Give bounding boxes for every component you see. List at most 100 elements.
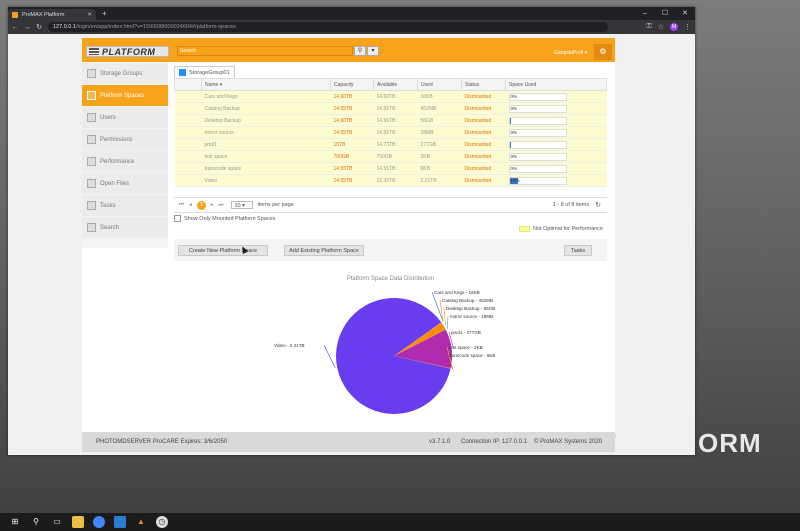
sidebar-item-open-files[interactable]: Open Files [82,173,168,194]
close-window-icon[interactable]: ✕ [675,7,695,20]
logo-text: PLATFORM [102,46,156,57]
last-page-icon[interactable]: ⏭ [218,202,223,209]
cell-used: 18MB [417,126,462,139]
current-page-button[interactable]: 1 [196,200,206,210]
window-controls: – ☐ ✕ [635,7,695,20]
cell-space-used: 0% [505,126,607,139]
address-bar: ← → ↻ 127.0.0.1 /login/en/app/index.html… [8,20,695,34]
sidebar-item-storage-groups[interactable]: Storage Groups [82,63,168,84]
url-path: /login/en/app/index.html?v=1590688000024… [75,24,236,30]
table-header-row: Name ▾ Capacity Available Used Status Sp… [174,78,607,91]
prev-page-icon[interactable]: ◂ [189,202,192,208]
cell-status: Dismounted [461,102,506,115]
cell-space-used: 15% [505,174,607,187]
browser-tabbar: ProMAX Platform ✕ + – ☐ ✕ [8,7,695,20]
cell-capacity: 14.60TB [330,90,374,103]
cell-name: Cars and Kegs [201,90,331,103]
close-tab-icon[interactable]: ✕ [87,12,92,18]
cell-capacity: 15TB [330,138,374,151]
tab-title: ProMAX Platform [22,11,65,18]
browser-tab[interactable]: ProMAX Platform ✕ [8,9,96,20]
task-view-icon[interactable]: ▭ [51,516,63,528]
cell-used: 277GB [417,138,462,151]
tasks-button[interactable]: Tasks [564,245,592,256]
column-header-used[interactable]: Used [417,78,462,91]
column-header-name[interactable]: Name ▾ [201,78,331,91]
sidebar-item-performance[interactable]: Performance [82,151,168,172]
space-used-bar [508,116,567,125]
table-row[interactable]: test space 750GB 750GB 2KB Dismounted 0% [174,150,607,163]
row-select-cell [174,138,202,151]
column-header-status[interactable]: Status [461,78,506,91]
tasks-icon [87,201,96,210]
sidebar-item-label: Tasks [100,202,116,209]
user-menu[interactable]: GangstaProfi ▾ [554,50,587,56]
user-name: GangstaProfi [554,50,584,56]
space-used-percent: 0% [510,165,518,171]
sidebar-item-users[interactable]: Users [82,107,168,128]
sidebar-item-search[interactable]: Search [82,217,168,238]
browser-menu-icon[interactable]: ⋮ [684,23,691,31]
first-page-icon[interactable]: ⏮ [179,202,184,209]
table-row[interactable]: mirror source 14.55TB 14.55TB 18MB Dismounte… [174,126,607,139]
pie-label: transcode space - 6KB [449,353,495,358]
back-icon[interactable]: ← [10,24,20,31]
start-icon[interactable]: ⊞ [9,516,21,528]
forward-icon[interactable]: → [22,24,32,31]
pie-label: Cars and Kegs - 16KB [434,290,480,295]
windows-icon [179,69,186,76]
show-mounted-option[interactable]: Show Only Mounted Platform Spaces [174,215,275,222]
star-icon[interactable]: ☆ [658,23,664,31]
table-row[interactable]: Catalog Backup 14.55TB 14.55TB 452MB Dismoun… [174,102,607,115]
cell-name: Catalog Backup [201,102,331,115]
open-files-icon [87,179,96,188]
sidebar-item-platform-spaces[interactable]: Platform Spaces [82,85,168,106]
chrome-icon[interactable] [93,516,105,528]
show-mounted-checkbox[interactable] [174,215,181,222]
column-header-available[interactable]: Available [373,78,418,91]
refresh-icon[interactable]: ↻ [595,201,601,209]
maximize-icon[interactable]: ☐ [655,7,675,20]
new-tab-icon[interactable]: + [102,9,107,18]
clock-app-icon[interactable]: ◷ [156,516,168,528]
file-explorer-icon[interactable] [72,516,84,528]
platform-space-icon [87,91,96,100]
sidebar-item-label: Search [100,224,120,231]
url-field[interactable]: 127.0.0.1 /login/en/app/index.html?v=159… [48,22,608,32]
sidebar-item-permissions[interactable]: Permissions [82,129,168,150]
table-row[interactable]: Desktop Backup 14.60TB 14.56TB 56GB Dismount… [174,114,607,127]
table-row[interactable]: Video 14.55TB 12.35TB 2.21TB Dismounted 15% [174,174,607,187]
sidebar-item-tasks[interactable]: Tasks [82,195,168,216]
cell-name: Desktop Backup [201,114,331,127]
space-used-percent: 0% [510,129,518,135]
cell-space-used: 0% [505,102,607,115]
minimize-icon[interactable]: – [635,7,655,20]
add-existing-platform-space-button[interactable]: Add Existing Platform Space [284,245,364,256]
not-optimal-label: Not Optimal for Performance [533,226,603,232]
sidebar-item-label: Open Files [100,180,130,187]
next-page-icon[interactable]: ▸ [211,202,214,208]
table-row[interactable]: Cars and Kegs 14.60TB 14.60TB 16KB Dismounte… [174,90,607,103]
search-taskbar-icon[interactable]: ⚲ [30,516,42,528]
create-platform-space-button[interactable]: Create New Platform Space [178,245,268,256]
key-icon[interactable]: ⚿ [646,23,651,31]
chevron-down-icon: ▾ [371,48,375,54]
column-header-capacity[interactable]: Capacity [330,78,374,91]
search-options-button[interactable]: ▾ [367,46,379,56]
search-button[interactable]: ⚲ [354,46,366,56]
url-host: 127.0.0.1 [53,24,76,30]
profile-avatar[interactable]: M [670,23,678,31]
reload-icon[interactable]: ↻ [34,23,44,31]
table-row[interactable]: pmd1 15TB 14.73TB 277GB Dismounted [174,138,607,151]
storage-group-tab[interactable]: StorageGroup01 [174,66,235,78]
column-header-space-used[interactable]: Space Used [505,78,607,91]
search-input[interactable]: Search [177,46,353,56]
connection-text: Connection IP: 127.0.0.1 [461,439,528,445]
table-row[interactable]: transcode space 14.55TB 14.55TB 6KB Dismount… [174,162,607,175]
vlc-icon[interactable]: ▲ [135,516,147,528]
app-window-icon[interactable] [114,516,126,528]
cell-available: 14.55TB [373,126,418,139]
page-size-select[interactable]: 10 ▾ [231,201,254,209]
gear-icon[interactable]: ⚙ [594,44,612,60]
cell-status: Dismounted [461,150,506,163]
